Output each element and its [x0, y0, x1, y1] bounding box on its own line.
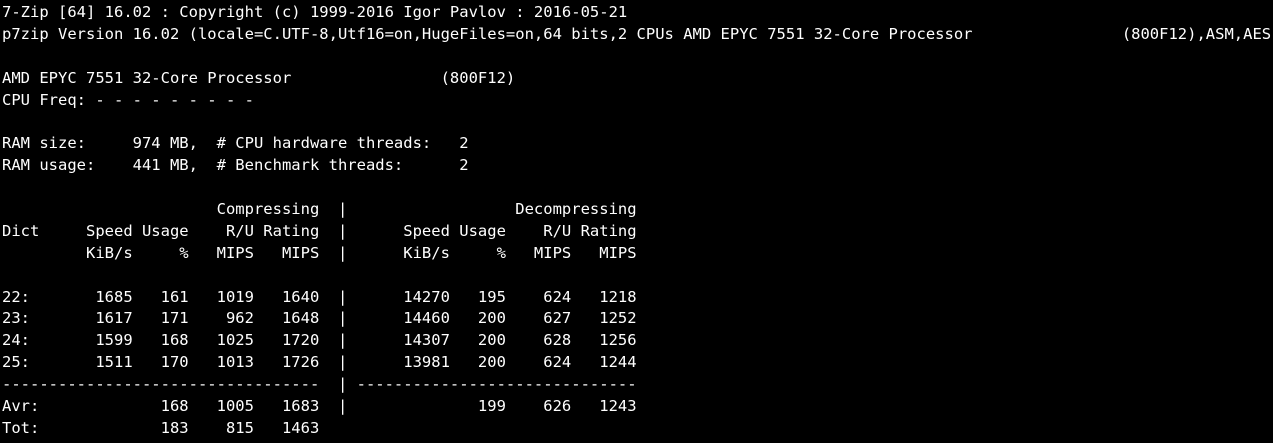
- table-divider: ---------------------------------- | ---…: [2, 375, 637, 394]
- cpu-freq-line: CPU Freq: - - - - - - - - -: [2, 90, 254, 109]
- table-group-header: Compressing | Decompressing: [2, 200, 637, 219]
- table-column-header: Dict Speed Usage R/U Rating | Speed Usag…: [2, 221, 637, 240]
- table-row-25: 25: 1511 170 1013 1726 | 13981 200 624 1…: [2, 353, 637, 372]
- terminal-window[interactable]: 7-Zip [64] 16.02 : Copyright (c) 1999-20…: [0, 0, 1273, 443]
- ram-size-line: RAM size: 974 MB, # CPU hardware threads…: [2, 134, 469, 153]
- table-unit-header: KiB/s % MIPS MIPS | KiB/s % MIPS MIPS: [2, 243, 637, 262]
- table-row-tot: Tot: 183 815 1463: [2, 418, 320, 437]
- cpu-model-line: AMD EPYC 7551 32-Core Processor (800F12): [2, 68, 516, 87]
- ram-usage-line: RAM usage: 441 MB, # Benchmark threads: …: [2, 156, 469, 175]
- table-row-23: 23: 1617 171 962 1648 | 14460 200 627 12…: [2, 309, 637, 328]
- table-row-24: 24: 1599 168 1025 1720 | 14307 200 628 1…: [2, 331, 637, 350]
- table-row-avr: Avr: 168 1005 1683 | 199 626 1243: [2, 397, 637, 416]
- header-version-line: 7-Zip [64] 16.02 : Copyright (c) 1999-20…: [2, 3, 628, 21]
- table-row-22: 22: 1685 161 1019 1640 | 14270 195 624 1…: [2, 287, 637, 306]
- header-build-line: p7zip Version 16.02 (locale=C.UTF-8,Utf1…: [2, 24, 1273, 43]
